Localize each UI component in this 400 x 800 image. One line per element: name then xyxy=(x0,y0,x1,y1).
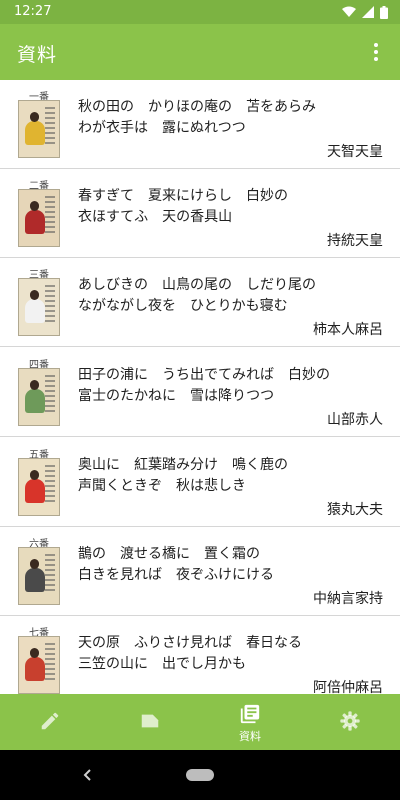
poem-first-line: あしびきの 山鳥の尾の しだり尾の xyxy=(78,277,316,293)
poem-second-line: 声聞くときぞ 秋は悲しき xyxy=(78,478,246,494)
poem-row[interactable]: 三番 あしびきの 山鳥の尾の しだり尾の ながながし夜を ひとりかも寝む 柿本人… xyxy=(0,258,400,347)
poem-row[interactable]: 一番 秋の田の かりほの庵の 苫をあらみ わが衣手は 露にぬれつつ 天智天皇 xyxy=(0,80,400,169)
karuta-card-image xyxy=(18,278,60,336)
poem-second-line: わが衣手は 露にぬれつつ xyxy=(78,120,246,136)
poem-author: 山部赤人 xyxy=(327,412,383,428)
poem-second-line: 三笠の山に 出でし月かも xyxy=(78,656,246,672)
karuta-card-image xyxy=(18,368,60,426)
gear-icon xyxy=(340,711,360,731)
poem-author: 中納言家持 xyxy=(313,591,383,607)
poem-first-line: 鵲の 渡せる橋に 置く霜の xyxy=(78,546,260,562)
status-bar: 12:27 xyxy=(0,0,400,24)
status-time: 12:27 xyxy=(14,4,52,19)
poem-second-line: ながながし夜を ひとりかも寝む xyxy=(78,298,288,314)
wifi-icon xyxy=(342,6,356,17)
more-options-icon[interactable] xyxy=(364,38,388,66)
poem-row[interactable]: 二番 春すぎて 夏来にけらし 白妙の 衣ほすてふ 天の香具山 持統天皇 xyxy=(0,169,400,258)
pencil-icon xyxy=(41,712,59,730)
poem-first-line: 奥山に 紅葉踏み分け 鳴く鹿の xyxy=(78,457,288,473)
poem-row[interactable]: 七番 天の原 ふりさけ見れば 春日なる 三笠の山に 出でし月かも 阿倍仲麻呂 xyxy=(0,616,400,694)
poem-first-line: 春すぎて 夏来にけらし 白妙の xyxy=(78,188,288,204)
poem-first-line: 田子の浦に うち出でてみれば 白妙の xyxy=(78,367,330,383)
poem-second-line: 白きを見れば 夜ぞふけにける xyxy=(78,567,274,583)
poem-second-line: 衣ほすてふ 天の香具山 xyxy=(78,209,233,225)
nav-item-library[interactable]: 資料 xyxy=(200,694,300,750)
karuta-card-image xyxy=(18,547,60,605)
poem-author: 柿本人麻呂 xyxy=(313,322,383,338)
nav-item-edit[interactable] xyxy=(0,694,100,750)
battery-icon xyxy=(380,5,388,19)
label-icon xyxy=(141,714,159,728)
poem-first-line: 秋の田の かりほの庵の 苫をあらみ xyxy=(78,99,316,115)
poem-second-line: 富士のたかねに 雪は降りつつ xyxy=(78,388,275,404)
karuta-card-image xyxy=(18,636,60,694)
karuta-card-image xyxy=(18,100,60,158)
nav-item-label[interactable] xyxy=(100,694,200,750)
poem-row[interactable]: 四番 田子の浦に うち出でてみれば 白妙の 富士のたかねに 雪は降りつつ 山部赤… xyxy=(0,348,400,437)
nav-item-settings[interactable] xyxy=(300,694,400,750)
poem-first-line: 天の原 ふりさけ見れば 春日なる xyxy=(78,635,302,651)
poem-row[interactable]: 六番 鵲の 渡せる橋に 置く霜の 白きを見れば 夜ぞふけにける 中納言家持 xyxy=(0,527,400,616)
back-icon[interactable] xyxy=(80,765,96,785)
poem-row[interactable]: 五番 奥山に 紅葉踏み分け 鳴く鹿の 声聞くときぞ 秋は悲しき 猿丸大夫 xyxy=(0,438,400,527)
app-title: 資料 xyxy=(17,44,58,66)
poem-author: 持統天皇 xyxy=(327,233,383,249)
poem-author: 天智天皇 xyxy=(327,144,383,160)
status-icons xyxy=(342,5,388,19)
poem-author: 阿倍仲麻呂 xyxy=(313,680,383,694)
karuta-card-image xyxy=(18,189,60,247)
system-navigation-bar xyxy=(0,750,400,800)
cellular-signal-icon xyxy=(362,6,374,18)
home-button[interactable] xyxy=(186,769,214,781)
karuta-card-image xyxy=(18,458,60,516)
bottom-navigation: 資料 xyxy=(0,694,400,750)
nav-label-library: 資料 xyxy=(239,730,261,743)
poem-author: 猿丸大夫 xyxy=(327,502,383,518)
poem-list[interactable]: 一番 秋の田の かりほの庵の 苫をあらみ わが衣手は 露にぬれつつ 天智天皇 二… xyxy=(0,80,400,694)
app-bar: 資料 xyxy=(0,24,400,80)
library-books-icon xyxy=(240,704,260,724)
